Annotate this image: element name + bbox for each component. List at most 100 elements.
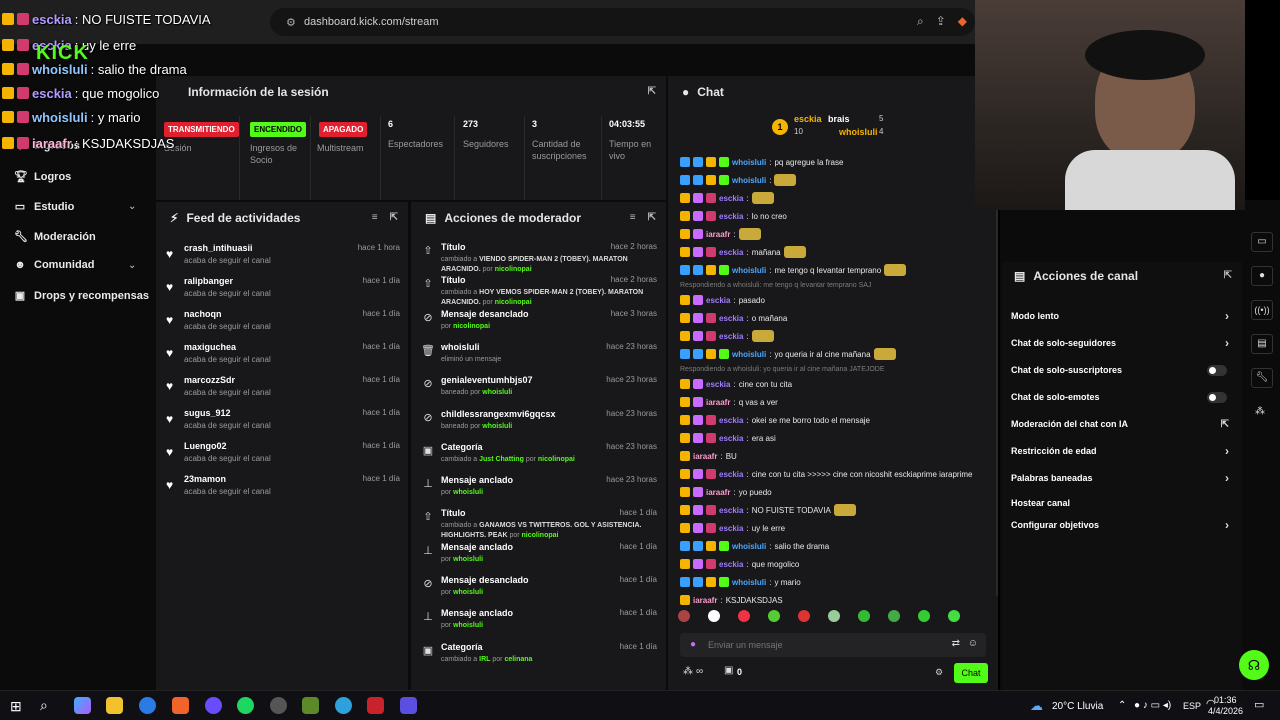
- chat-username[interactable]: esckia: [706, 296, 730, 305]
- zoom-icon[interactable]: ⌕: [917, 14, 924, 29]
- emote-icon[interactable]: [888, 610, 900, 622]
- chevron-right-icon[interactable]: ›: [1225, 471, 1229, 485]
- voicemod-icon[interactable]: [367, 697, 384, 714]
- search-icon[interactable]: ⌕: [40, 697, 48, 714]
- chevron-down-icon[interactable]: ⌄: [128, 260, 136, 271]
- weather-text[interactable]: 20°C Lluvia: [1052, 701, 1103, 712]
- chat-username[interactable]: whoisluli: [732, 158, 766, 167]
- emote-icon[interactable]: [738, 610, 750, 622]
- chat-username[interactable]: esckia: [719, 434, 743, 443]
- moderator-name[interactable]: whoisluli: [482, 389, 512, 396]
- sidebar-item-drops[interactable]: ▣ Drops y recompensas: [14, 289, 149, 303]
- moderator-name[interactable]: whoisluli: [453, 556, 483, 563]
- chevron-right-icon[interactable]: ›: [1225, 518, 1229, 532]
- moderator-name[interactable]: nicolinopai: [453, 323, 490, 330]
- emote-icon[interactable]: [708, 610, 720, 622]
- language-indicator[interactable]: ESP: [1183, 701, 1201, 711]
- rail-list-icon[interactable]: ▤: [1251, 334, 1273, 354]
- toggle-switch[interactable]: [1207, 364, 1227, 376]
- chat-username[interactable]: esckia: [719, 560, 743, 569]
- sidebar-item-moderacion[interactable]: 🔧︎ Moderación: [14, 230, 96, 244]
- chat-username[interactable]: iaraafr: [706, 230, 730, 239]
- translate-icon[interactable]: ⇄: [952, 638, 960, 649]
- moderator-name[interactable]: whoisluli: [482, 423, 512, 430]
- chat-username[interactable]: esckia: [719, 470, 743, 479]
- rail-community-icon[interactable]: ⁂: [1255, 406, 1265, 417]
- channel-action-item[interactable]: Moderación del chat con IA ⇱: [1011, 415, 1229, 433]
- emoji-icon[interactable]: ☺: [968, 638, 978, 649]
- channel-action-item[interactable]: Restricción de edad ›: [1011, 442, 1229, 460]
- channel-action-item[interactable]: Chat de solo-seguidores ›: [1011, 334, 1229, 352]
- popout-icon[interactable]: ⇱: [390, 212, 398, 223]
- moderator-name[interactable]: whoisluli: [453, 622, 483, 629]
- rail-broadcast-icon[interactable]: ((•)): [1251, 300, 1273, 320]
- chat-username[interactable]: esckia: [719, 332, 743, 341]
- send-chat-button[interactable]: Chat: [954, 663, 988, 683]
- copilot-icon[interactable]: [74, 697, 91, 714]
- edge-icon[interactable]: [139, 697, 156, 714]
- moderator-name[interactable]: nicolinopai: [495, 266, 532, 273]
- brave-shield-icon[interactable]: ◆: [958, 14, 967, 29]
- share-icon[interactable]: ⇪: [936, 14, 946, 29]
- chevron-right-icon[interactable]: ›: [1225, 336, 1229, 350]
- infinity-icon[interactable]: ∞: [696, 666, 703, 677]
- moderator-name[interactable]: nicolinopai: [522, 532, 559, 539]
- emote-icon[interactable]: [858, 610, 870, 622]
- chevron-right-icon[interactable]: ›: [1225, 309, 1229, 323]
- chat-input[interactable]: [708, 638, 928, 652]
- sidebar-item-comunidad[interactable]: ☻ Comunidad: [14, 259, 94, 271]
- channel-action-item[interactable]: Chat de solo-emotes: [1011, 388, 1229, 406]
- chat-username[interactable]: esckia: [719, 314, 743, 323]
- filter-icon[interactable]: ≡: [372, 212, 378, 223]
- moderator-name[interactable]: whoisluli: [453, 489, 483, 496]
- chat-username[interactable]: whoisluli: [732, 266, 766, 275]
- rail-chat-icon[interactable]: ▭: [1251, 232, 1273, 252]
- app-c-icon[interactable]: [335, 697, 352, 714]
- settings-icon[interactable]: ⚙: [935, 667, 943, 678]
- chat-username[interactable]: esckia: [719, 506, 743, 515]
- moderator-name[interactable]: nicolinopai: [538, 456, 575, 463]
- popout-icon[interactable]: ⇱: [648, 212, 656, 223]
- brave-icon[interactable]: [172, 697, 189, 714]
- popout-icon[interactable]: ⇱: [1224, 270, 1232, 281]
- obs-icon[interactable]: [270, 697, 287, 714]
- chat-username[interactable]: iaraafr: [706, 398, 730, 407]
- chat-username[interactable]: esckia: [719, 212, 743, 221]
- chevron-right-icon[interactable]: ›: [1225, 444, 1229, 458]
- emote-icon[interactable]: [798, 610, 810, 622]
- spotify-icon[interactable]: [237, 697, 254, 714]
- chat-username[interactable]: esckia: [719, 194, 743, 203]
- filter-icon[interactable]: ≡: [630, 212, 636, 223]
- rail-bubble-icon[interactable]: ●: [1251, 266, 1273, 286]
- chat-username[interactable]: whoisluli: [732, 578, 766, 587]
- chat-scrollbar[interactable]: [996, 156, 998, 596]
- toggle-switch[interactable]: [1207, 391, 1227, 403]
- windows-start-icon[interactable]: ⊞: [10, 698, 22, 715]
- moderator-name[interactable]: celinana: [504, 656, 532, 663]
- chat-username[interactable]: iaraafr: [693, 452, 717, 461]
- emote-icon[interactable]: [918, 610, 930, 622]
- chat-username[interactable]: whoisluli: [732, 176, 766, 185]
- channel-action-item[interactable]: Configurar objetivos ›: [1011, 516, 1229, 534]
- moderator-name[interactable]: nicolinopai: [495, 299, 532, 306]
- chevron-down-icon[interactable]: ⌄: [128, 201, 136, 212]
- chat-username[interactable]: whoisluli: [732, 542, 766, 551]
- moderator-name[interactable]: whoisluli: [453, 589, 483, 596]
- emote-icon[interactable]: [948, 610, 960, 622]
- emote-icon[interactable]: [828, 610, 840, 622]
- channel-action-item[interactable]: Chat de solo-suscriptores: [1011, 361, 1229, 379]
- notification-icon[interactable]: ▭: [1254, 698, 1264, 711]
- channel-action-item[interactable]: Hostear canal: [1011, 494, 1229, 512]
- chat-username[interactable]: iaraafr: [706, 488, 730, 497]
- gift-icon[interactable]: ▣: [724, 665, 733, 676]
- chat-username[interactable]: esckia: [706, 380, 730, 389]
- popout-icon[interactable]: ⇱: [648, 86, 656, 97]
- chat-username[interactable]: esckia: [719, 524, 743, 533]
- clock-time[interactable]: 01:36: [1214, 695, 1237, 705]
- emote-icon[interactable]: [678, 610, 690, 622]
- chat-username[interactable]: whoisluli: [732, 350, 766, 359]
- rail-wrench-icon[interactable]: 🔧︎: [1251, 368, 1273, 388]
- app-play-icon[interactable]: [400, 697, 417, 714]
- chat-input-box[interactable]: ● ⇄ ☺: [680, 633, 986, 657]
- minecraft-icon[interactable]: [302, 697, 319, 714]
